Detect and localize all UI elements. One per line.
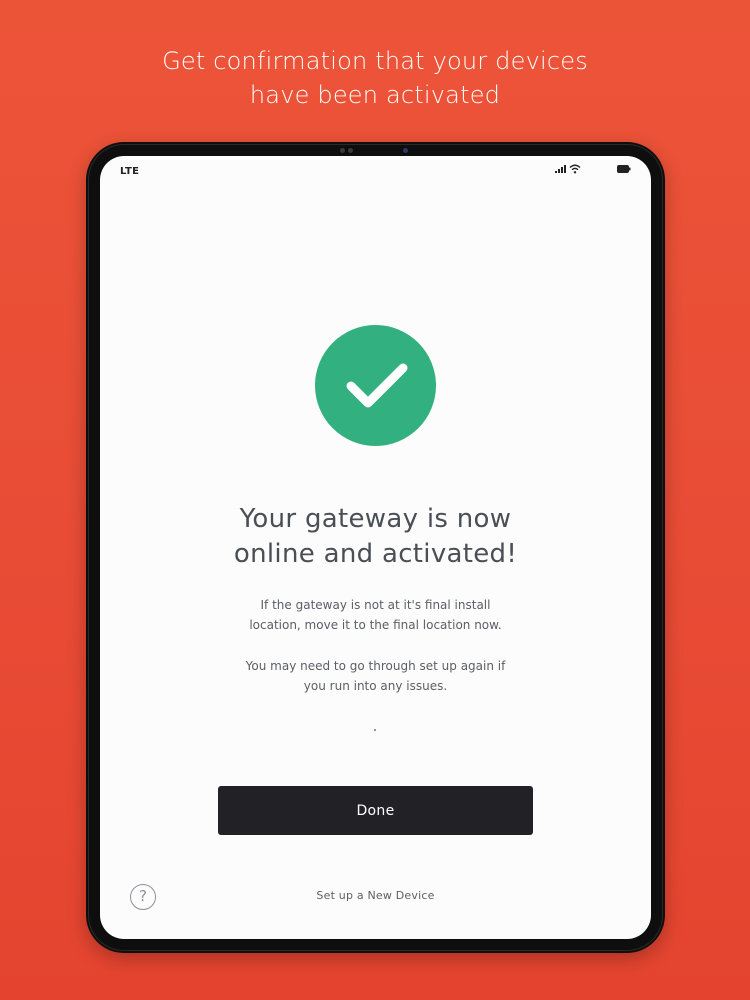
carrier-label: LTE — [120, 166, 140, 177]
sensor-dot-icon — [348, 148, 353, 153]
status-bar: LTE — [100, 156, 651, 186]
title-line-2: online and activated! — [233, 539, 518, 569]
camera-lens-icon — [403, 148, 408, 153]
decorative-dot — [374, 729, 376, 731]
marketing-headline: Get confirmation that your devices have … — [0, 44, 750, 112]
install-location-message: If the gateway is not at it's final inst… — [100, 595, 651, 635]
setup-again-message: You may need to go through set up again … — [100, 656, 651, 696]
tablet-device-frame: LTE Your gateway is now online and activ… — [86, 142, 665, 953]
success-check-badge — [315, 325, 436, 446]
setup-new-device-link[interactable]: Set up a New Device — [100, 889, 651, 902]
message-2-line-1: You may need to go through set up again … — [245, 659, 506, 673]
sensor-dot-icon — [340, 148, 345, 153]
headline-line-1: Get confirmation that your devices — [162, 47, 588, 75]
signal-icon — [555, 165, 566, 173]
title-line-1: Your gateway is now — [239, 504, 512, 534]
done-button[interactable]: Done — [218, 786, 533, 835]
app-screen: LTE Your gateway is now online and activ… — [100, 156, 651, 939]
wifi-icon — [569, 164, 581, 174]
confirmation-title: Your gateway is now online and activated… — [100, 502, 651, 572]
message-2-line-2: you run into any issues. — [303, 679, 448, 693]
camera-bar — [86, 146, 665, 156]
message-1-line-1: If the gateway is not at it's final inst… — [260, 598, 491, 612]
battery-icon — [617, 165, 631, 173]
headline-line-2: have been activated — [249, 81, 501, 109]
message-1-line-2: location, move it to the final location … — [249, 618, 502, 632]
checkmark-icon — [346, 363, 408, 408]
